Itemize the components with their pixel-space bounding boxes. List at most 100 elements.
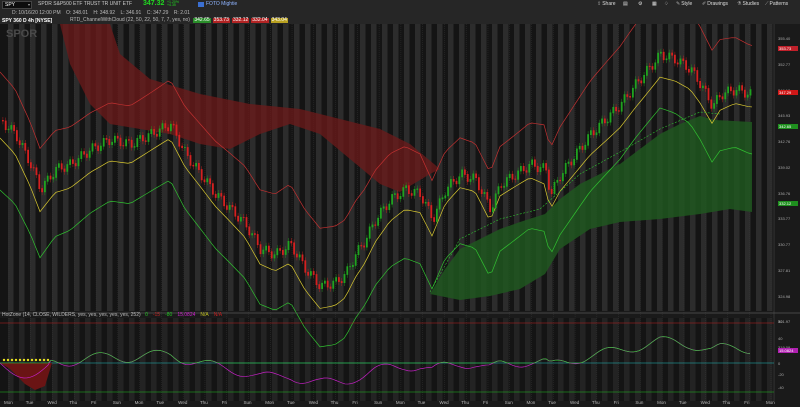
drawings-button[interactable]: ✐Drawings	[702, 1, 728, 8]
indicator-title[interactable]: HotZone (14, CLOSE, WILDERS, yes, yes, y…	[2, 312, 224, 319]
candle	[382, 206, 385, 209]
session-stripe	[492, 318, 498, 401]
candle	[307, 271, 309, 276]
candle	[172, 123, 175, 126]
candle	[287, 240, 290, 251]
session-stripe	[382, 318, 388, 401]
candle	[643, 74, 645, 84]
candle	[674, 54, 676, 64]
candle	[326, 280, 329, 288]
candle	[623, 94, 626, 103]
session-stripe	[415, 318, 421, 401]
candle	[542, 163, 545, 168]
candle	[629, 96, 631, 98]
session-stripe	[360, 318, 366, 401]
price-chart[interactable]	[0, 24, 800, 407]
candle	[718, 95, 721, 98]
candle	[144, 140, 147, 142]
time-axis-label: Tue	[287, 400, 295, 405]
studies-button[interactable]: ⚗Studies	[737, 1, 759, 8]
candle	[282, 249, 284, 255]
candle	[699, 80, 701, 89]
candle	[548, 169, 550, 190]
session-stripe	[261, 24, 267, 311]
candle	[562, 173, 564, 182]
candle	[604, 118, 606, 124]
candle	[293, 242, 295, 255]
candle	[312, 271, 315, 275]
time-axis-label: Tue	[156, 400, 164, 405]
highlight-link[interactable]: FOTO Mightie	[206, 1, 237, 8]
gear-icon[interactable]: ⚙	[638, 1, 642, 8]
candle	[254, 233, 256, 235]
candle	[125, 139, 127, 147]
share-button[interactable]: ⇪Share	[597, 1, 616, 8]
candle	[637, 79, 640, 82]
candle	[458, 176, 461, 185]
session-stripe	[723, 318, 729, 401]
candle	[4, 120, 7, 131]
candle	[94, 143, 97, 147]
study-label[interactable]: RTD_ChannelWithCloud (22, 50, 22, 50, 7,…	[70, 17, 288, 24]
candle	[346, 266, 349, 275]
session-stripe	[591, 24, 597, 311]
session-stripe	[151, 24, 157, 311]
time-axis-label: Wed	[47, 400, 57, 405]
candle	[240, 217, 242, 222]
candle	[270, 251, 273, 259]
candle	[273, 254, 276, 259]
time-axis-label: Wed	[570, 400, 580, 405]
symbol-selector[interactable]: SPY ▾	[2, 1, 32, 9]
grid-icon[interactable]: ▦	[652, 1, 657, 8]
print-icon[interactable]: ▤	[623, 1, 628, 8]
drawings-button-label: Drawings	[707, 1, 729, 7]
candle	[716, 95, 718, 104]
candle	[164, 123, 167, 129]
session-stripe	[305, 318, 311, 401]
bell-icon[interactable]: ♢	[664, 1, 668, 8]
candle	[430, 205, 433, 218]
candle	[128, 139, 130, 141]
study-value-1: 353.73	[212, 17, 230, 23]
indicator-values: 0 -15 -80 15.0824 N/A N/A	[142, 312, 224, 318]
patterns-button[interactable]: ⟋Patterns	[765, 1, 788, 8]
candle	[682, 58, 685, 62]
session-stripe	[602, 318, 608, 401]
candle	[7, 128, 10, 131]
candle	[489, 198, 491, 213]
ohlc-bar: D: 10/16/20 12:00 PM O: 348.01 H: 348.92…	[0, 9, 800, 17]
price-change-net: +4.35	[167, 3, 176, 7]
session-stripe	[250, 24, 256, 311]
candle	[189, 155, 192, 166]
watermark-logo: SPOR	[6, 28, 38, 40]
session-stripe	[74, 318, 80, 401]
pencil-icon: ✐	[702, 1, 707, 7]
price-axis-label: 345.93	[778, 113, 791, 119]
session-stripe	[327, 24, 333, 311]
chart-type-icon[interactable]	[198, 2, 204, 7]
candle	[63, 168, 66, 172]
time-axis-label: Fri	[482, 400, 489, 405]
session-stripe	[41, 24, 47, 311]
time-axis-label: Sun	[635, 400, 644, 405]
price-axis-label: 352.77	[778, 61, 791, 67]
session-stripe	[624, 318, 630, 401]
candle	[296, 253, 298, 258]
candle	[142, 135, 144, 142]
candle	[452, 179, 455, 182]
candle	[587, 134, 589, 146]
candle	[97, 145, 99, 151]
candle	[83, 151, 85, 155]
candle	[665, 58, 668, 61]
time-axis-label: Mon	[4, 400, 13, 405]
symbol-text: SPY	[5, 2, 16, 8]
candle	[46, 175, 49, 182]
price-axis-label: 327.81	[778, 267, 791, 273]
time-axis-label: Thu	[461, 400, 469, 405]
candle	[220, 193, 223, 197]
session-stripe	[558, 24, 564, 311]
signal-dot	[10, 358, 14, 362]
time-axis-label: Mon	[134, 400, 144, 405]
style-icon: ✎	[676, 1, 681, 7]
style-button[interactable]: ✎Style	[676, 1, 692, 8]
